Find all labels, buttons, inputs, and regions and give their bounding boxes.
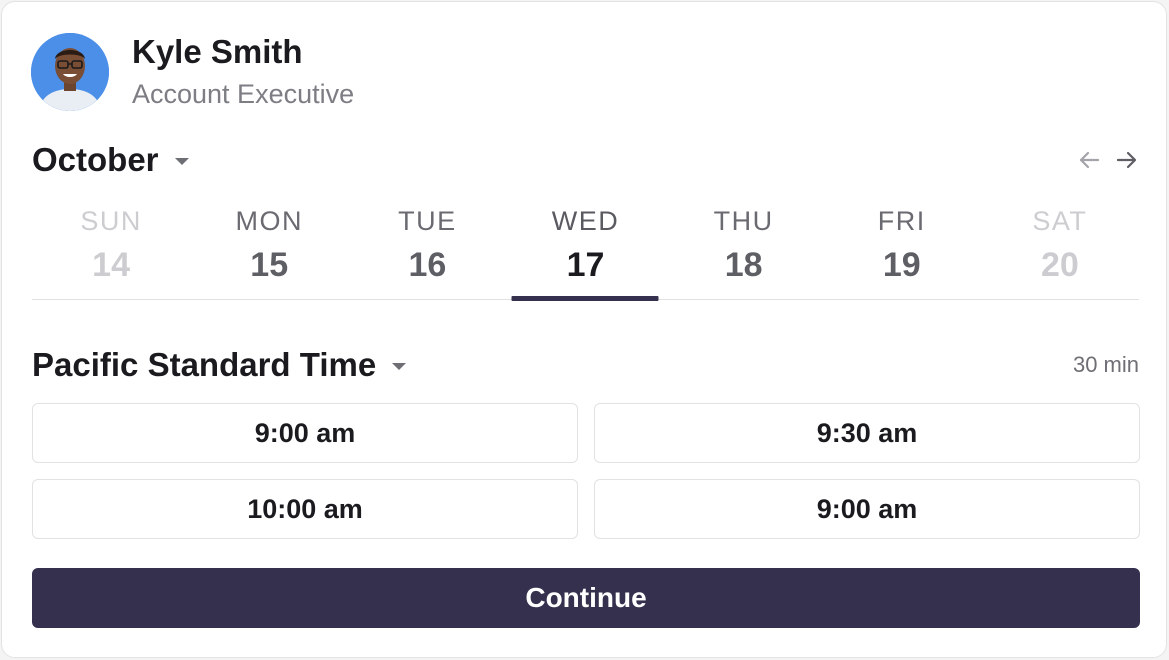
next-week-button[interactable]	[1115, 148, 1139, 172]
duration-label: 30 min	[1072, 352, 1139, 377]
day-wed[interactable]: WED 17	[506, 198, 664, 301]
timezone-row: Pacific Standard Time 30 min	[32, 344, 1139, 386]
week-navigation	[1077, 148, 1139, 172]
day-number: 15	[250, 246, 289, 284]
avatar	[31, 33, 109, 111]
day-name: TUE	[398, 206, 457, 236]
profile-header: Kyle Smith Account Executive	[31, 32, 354, 112]
day-name: WED	[551, 206, 620, 236]
day-picker: SUN 14 MON 15 TUE 16 WED 17 THU 18 FRI 19 SAT 20	[32, 198, 1139, 301]
prev-week-button[interactable]	[1077, 148, 1101, 172]
time-slots: 9:00 am 9:30 am 10:00 am 9:00 am	[32, 403, 1140, 539]
month-dropdown[interactable]: October	[32, 141, 189, 179]
day-tue[interactable]: TUE 16	[348, 198, 506, 299]
day-name: THU	[713, 206, 774, 236]
day-number: 17	[566, 246, 605, 284]
day-number: 14	[92, 246, 130, 284]
time-slot[interactable]: 9:30 am	[594, 403, 1140, 463]
month-label: October	[32, 141, 159, 178]
day-name: SAT	[1032, 206, 1088, 236]
arrow-right-icon	[1116, 151, 1137, 169]
profile-role: Account Executive	[132, 79, 355, 109]
selected-day-indicator	[511, 295, 659, 301]
day-thu[interactable]: THU 18	[665, 198, 823, 299]
day-number: 20	[1041, 246, 1079, 284]
timezone-label: Pacific Standard Time	[32, 346, 377, 383]
profile-name: Kyle Smith	[132, 33, 303, 70]
timezone-dropdown[interactable]: Pacific Standard Time	[32, 346, 407, 384]
day-mon[interactable]: MON 15	[190, 198, 348, 299]
caret-down-icon	[174, 157, 189, 165]
arrow-left-icon	[1079, 151, 1100, 169]
booking-card: Kyle Smith Account Executive October SUN…	[1, 1, 1167, 658]
day-number: 16	[408, 246, 447, 284]
day-sun[interactable]: SUN 14	[32, 198, 190, 299]
time-slot[interactable]: 10:00 am	[32, 479, 578, 539]
time-slot[interactable]: 9:00 am	[32, 403, 578, 463]
day-number: 19	[882, 246, 921, 284]
day-name: FRI	[877, 206, 926, 236]
day-fri[interactable]: FRI 19	[823, 198, 981, 299]
caret-down-icon	[392, 362, 407, 370]
day-sat[interactable]: SAT 20	[981, 198, 1139, 299]
day-name: MON	[235, 206, 303, 236]
day-name: SUN	[80, 206, 142, 236]
time-slot[interactable]: 9:00 am	[594, 479, 1140, 539]
day-number: 18	[724, 246, 763, 284]
continue-button[interactable]: Continue	[32, 568, 1140, 628]
month-row: October	[32, 140, 1139, 180]
